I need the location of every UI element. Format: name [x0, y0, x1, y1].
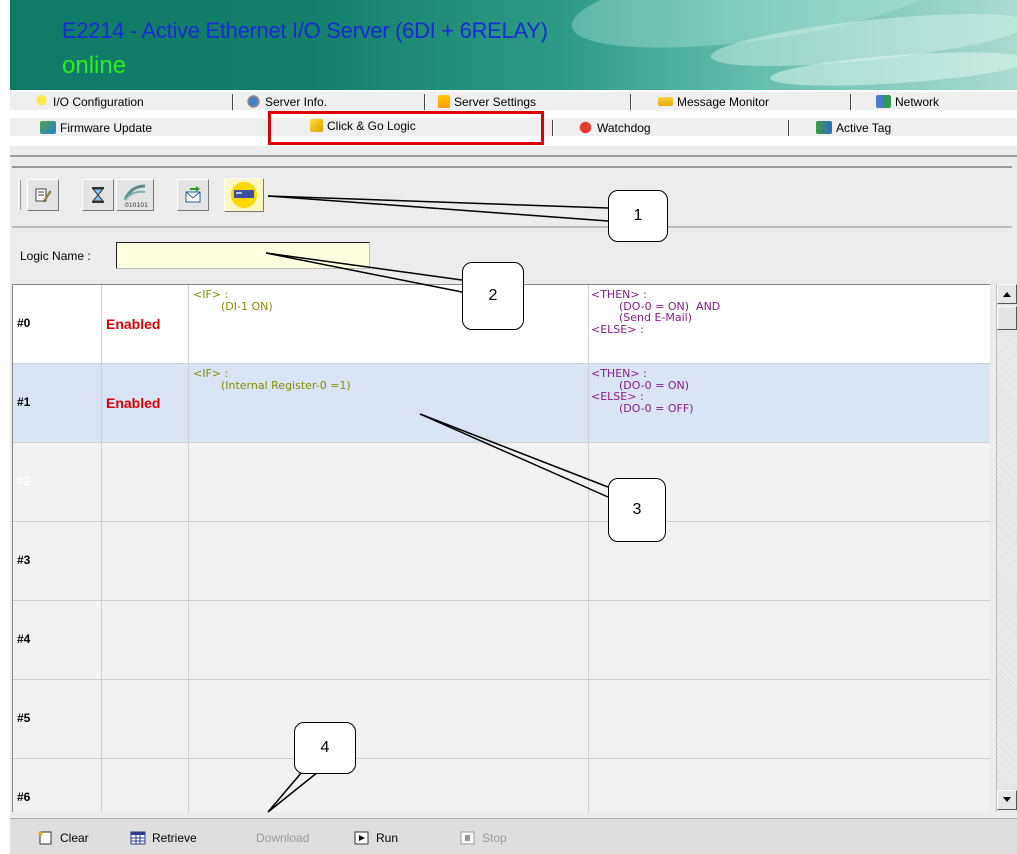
tab-row-1: I/O Configuration Server Info. Server Se… [10, 91, 1017, 110]
rule-row-1[interactable]: #1 Enabled <IF> : (Internal Register-0 =… [13, 364, 990, 443]
rule-id: #0 [17, 316, 31, 330]
logic-name-input[interactable] [116, 242, 370, 269]
connection-status: online [62, 52, 127, 79]
timer-button[interactable] [82, 179, 114, 211]
button-label: Retrieve [152, 831, 197, 845]
rule-condition: <IF> : (Internal Register-0 =1) [193, 367, 351, 392]
timer-icon [91, 187, 105, 203]
clear-button[interactable]: Clear [38, 829, 89, 847]
rule-row-2[interactable]: #2 [13, 443, 990, 522]
run-icon [354, 831, 369, 845]
tab-label: Firmware Update [60, 120, 153, 135]
button-label: Clear [60, 831, 89, 845]
watchdog-icon [578, 121, 593, 134]
send-email-button[interactable] [177, 179, 209, 211]
callout-1: 1 [608, 190, 668, 242]
info-icon [246, 95, 261, 108]
tab-server-settings[interactable]: Server Settings [438, 93, 536, 110]
tab-label: Watchdog [597, 120, 651, 135]
tab-watchdog[interactable]: Watchdog [578, 119, 651, 136]
rule-id: #1 [17, 395, 31, 409]
logic-toolbar: 010101 [12, 166, 1012, 228]
logic-name-label: Logic Name : [20, 249, 91, 263]
window-title: E2214 - Active Ethernet I/O Server (6DI … [62, 18, 548, 43]
firmware-icon [40, 121, 56, 134]
button-label: Stop [482, 831, 507, 845]
download-button[interactable]: Download [256, 829, 309, 847]
network-icon [876, 95, 891, 108]
arrow-up-icon [1003, 292, 1011, 297]
rule-id: #2 [17, 474, 31, 488]
tab-message-monitor[interactable]: Message Monitor [658, 93, 769, 110]
tab-io-configuration[interactable]: I/O Configuration [34, 93, 144, 110]
server-icon [231, 182, 257, 208]
rule-status: Enabled [106, 316, 161, 332]
scroll-up-button[interactable] [997, 284, 1017, 304]
selected-tab-highlight [268, 111, 544, 145]
rule-action: <THEN> : (DO-0 = ON) AND (Send E-Mail) <… [591, 288, 721, 336]
tab-network[interactable]: Network [876, 93, 939, 110]
rule-condition: <IF> : (DI-1 ON) [193, 288, 273, 313]
server-config-button[interactable] [224, 178, 264, 212]
scroll-thumb[interactable] [997, 306, 1017, 330]
rule-row-3[interactable]: #3 [13, 522, 990, 601]
callout-4: 4 [294, 722, 356, 774]
rule-id: #4 [17, 632, 31, 646]
logic-rules-grid: #0 Enabled <IF> : (DI-1 ON) <THEN> : (DO… [12, 284, 990, 812]
active-tag-icon [816, 121, 832, 134]
tab-server-info[interactable]: Server Info. [246, 93, 327, 110]
lightbulb-icon [34, 95, 49, 108]
retrieve-icon [130, 831, 146, 845]
edit-icon [35, 188, 52, 203]
button-label: Run [376, 831, 399, 845]
clear-icon [38, 831, 52, 845]
stop-icon [460, 831, 475, 845]
app-header: E2214 - Active Ethernet I/O Server (6DI … [10, 0, 1017, 90]
callout-2: 2 [462, 262, 524, 330]
rule-row-5[interactable]: #5 [13, 680, 990, 759]
tab-firmware-update[interactable]: Firmware Update [40, 119, 152, 136]
settings-icon [438, 95, 450, 108]
toolbar-grip [18, 180, 21, 210]
rule-action: <THEN> : (DO-0 = ON) <ELSE> : (DO-0 = OF… [591, 367, 694, 415]
pulse-button[interactable]: 010101 [116, 179, 154, 211]
rule-status: Enabled [106, 395, 161, 411]
tab-active-tag[interactable]: Active Tag [816, 119, 891, 136]
stop-button[interactable]: Stop [460, 829, 507, 847]
rule-id: #6 [17, 790, 31, 804]
tab-label: Network [895, 94, 940, 109]
rule-row-6[interactable]: #6 [13, 759, 990, 812]
tab-label: Active Tag [836, 120, 892, 135]
run-button[interactable]: Run [354, 829, 398, 847]
retrieve-button[interactable]: Retrieve [130, 829, 197, 847]
rule-id: #5 [17, 711, 31, 725]
tab-label: Server Info. [265, 94, 328, 109]
logic-action-bar: Clear Retrieve Download Run Stop [10, 818, 1017, 854]
callout-3: 3 [608, 478, 666, 542]
rule-id: #3 [17, 553, 31, 567]
tab-label: Server Settings [454, 94, 537, 109]
grid-vertical-scrollbar[interactable] [996, 284, 1017, 812]
edit-logic-button[interactable] [27, 179, 59, 211]
pulse-icon: 010101 [123, 184, 148, 208]
panel-divider [10, 155, 1017, 157]
message-icon [658, 97, 673, 106]
tab-label: Message Monitor [677, 94, 770, 109]
arrow-down-icon [1003, 797, 1011, 802]
email-icon [185, 186, 201, 203]
tab-label: I/O Configuration [53, 94, 144, 109]
rule-row-4[interactable]: #4 [13, 601, 990, 680]
svg-text:010101: 010101 [125, 202, 148, 208]
button-label: Download [256, 831, 310, 845]
scroll-down-button[interactable] [997, 790, 1017, 810]
